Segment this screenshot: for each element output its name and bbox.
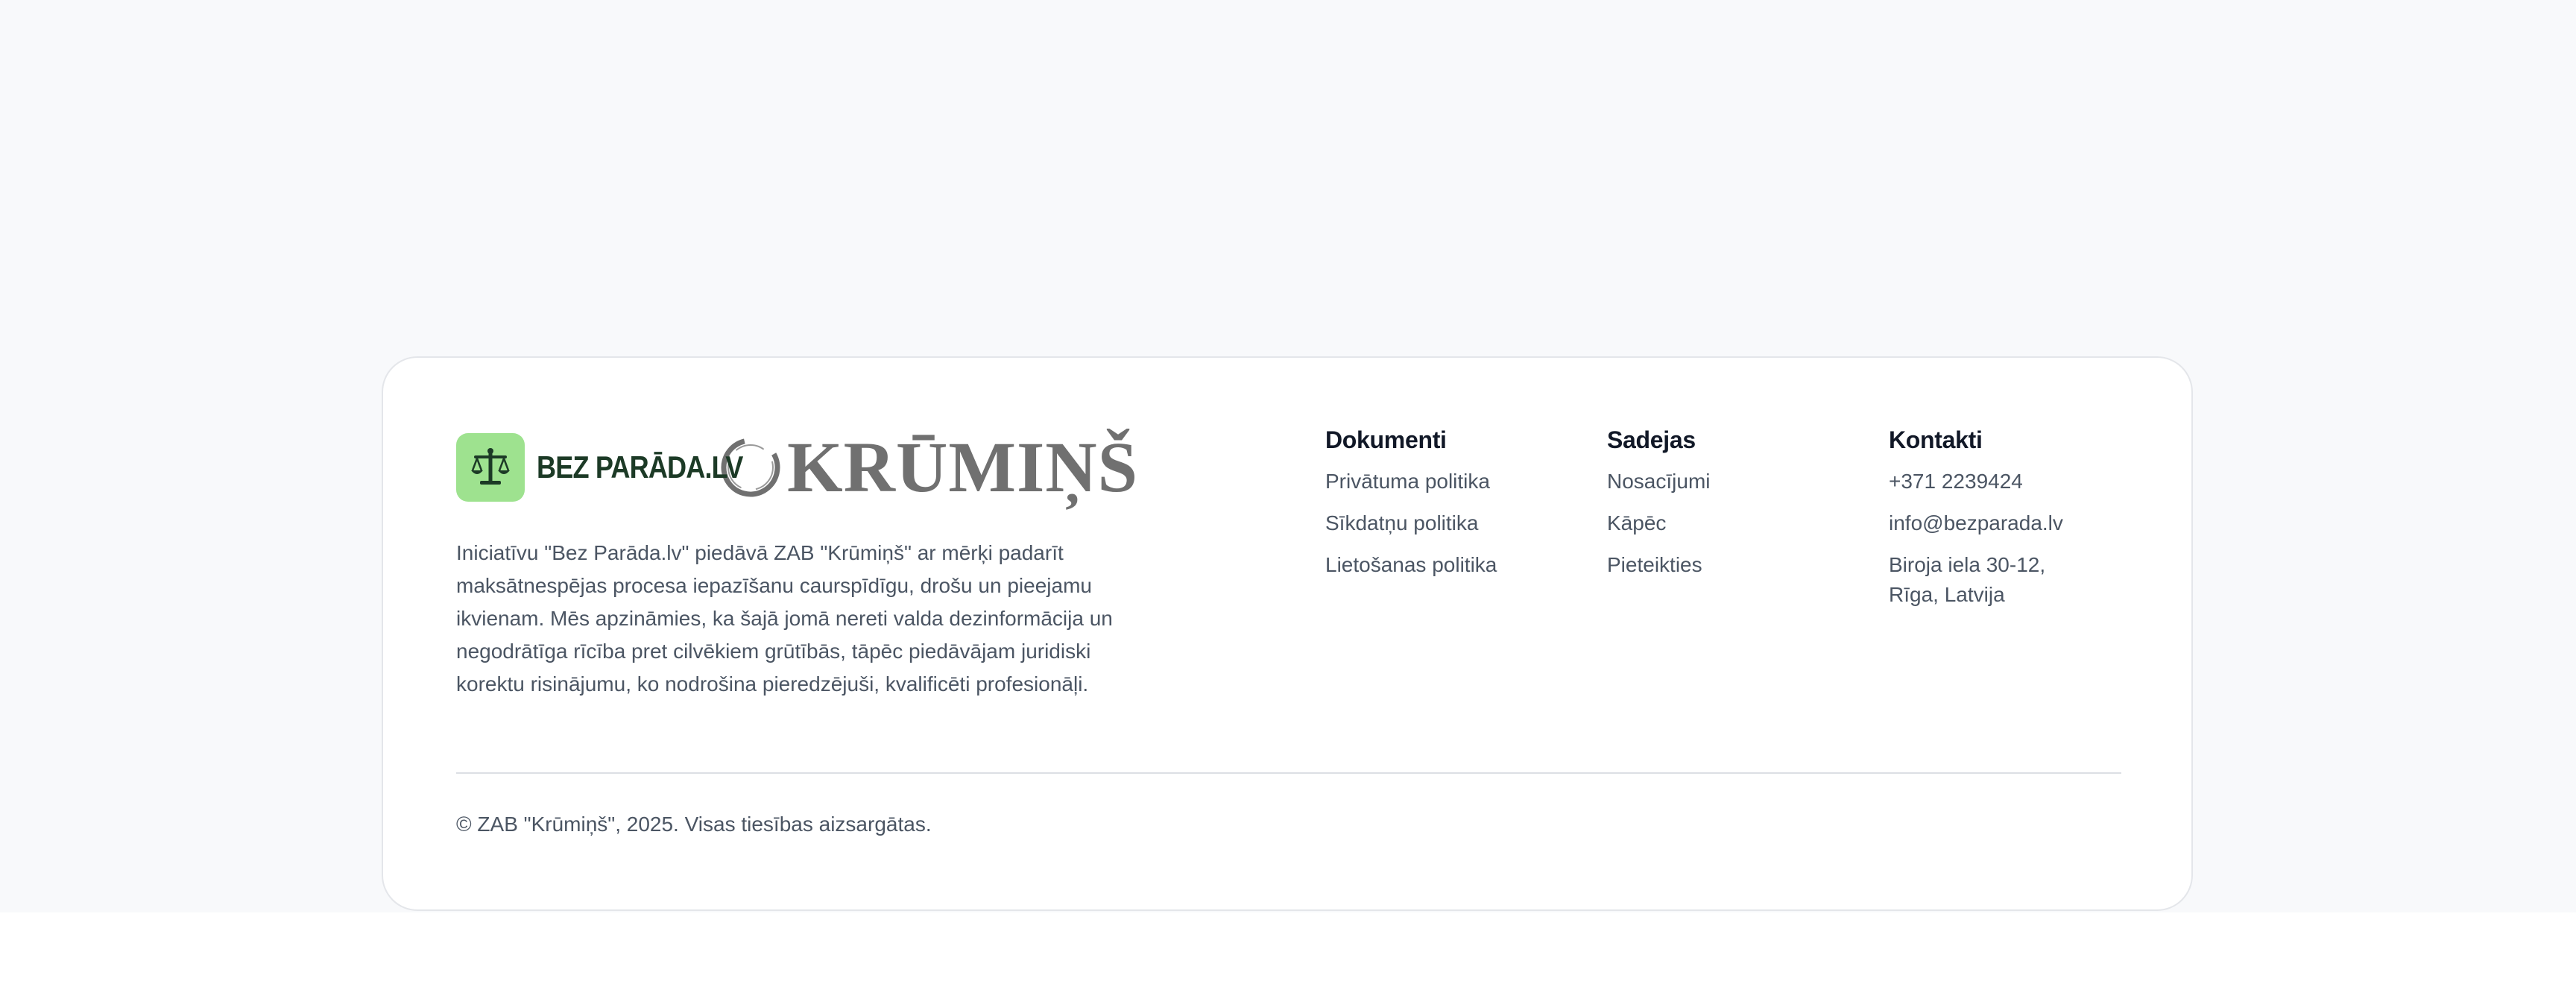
bezparada-logo-text[interactable]: BEZ PARĀDA.LV [537, 450, 743, 485]
brand-logos: BEZ PARĀDA.LV KRŪMIŅŠ [456, 431, 1138, 504]
apply-link[interactable]: Pieteikties [1607, 550, 1710, 580]
address-line-1: Biroja iela 30-12, [1889, 553, 2046, 576]
contacts-heading: Kontakti [1889, 426, 1983, 453]
contacts-column: Kontakti +371 2239424 info@bezparada.lv … [1889, 423, 2063, 622]
privacy-policy-link[interactable]: Privātuma politika [1325, 467, 1497, 496]
footer-divider [456, 772, 2121, 774]
copyright-text: © ZAB "Krūmiņš", 2025. Visas tiesības ai… [456, 813, 932, 836]
address-line-2: Rīga, Latvija [1889, 583, 2005, 606]
site-footer: BEZ PARĀDA.LV KRŪMIŅŠ Iniciatīvu "Bez Pa… [382, 356, 2193, 911]
footer-description: Iniciatīvu "Bez Parāda.lv" piedāvā ZAB "… [456, 541, 1113, 696]
documents-heading: Dokumenti [1325, 426, 1447, 453]
why-link[interactable]: Kāpēc [1607, 508, 1710, 538]
phone-link[interactable]: +371 2239424 [1889, 467, 2063, 496]
documents-column: Dokumenti Privātuma politika Sīkdatņu po… [1325, 423, 1497, 592]
conditions-link[interactable]: Nosacījumi [1607, 467, 1710, 496]
cooperation-heading: Sadejas [1607, 426, 1696, 453]
address: Biroja iela 30-12, Rīga, Latvija [1889, 550, 2063, 610]
terms-of-use-link[interactable]: Lietošanas politika [1325, 550, 1497, 580]
email-link[interactable]: info@bezparada.lv [1889, 508, 2063, 538]
cooperation-column: Sadejas Nosacījumi Kāpēc Pieteikties [1607, 423, 1710, 592]
krumins-logo-text: KRŪMIŅŠ [787, 427, 1139, 507]
scales-icon[interactable] [456, 433, 525, 502]
krumins-logo[interactable]: KRŪMIŅŠ [719, 432, 1138, 503]
cookie-policy-link[interactable]: Sīkdatņu politika [1325, 508, 1497, 538]
